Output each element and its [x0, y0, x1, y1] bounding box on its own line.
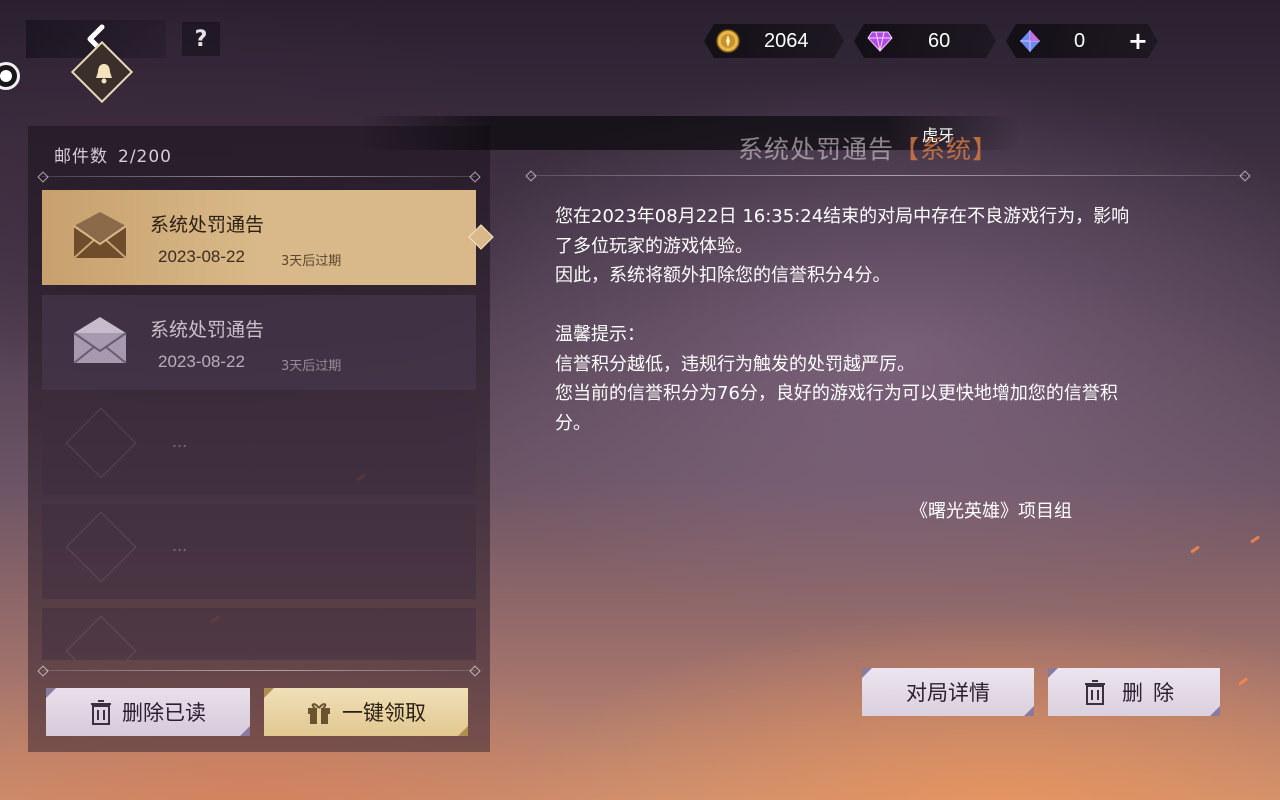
bell-icon: [96, 64, 112, 84]
mail-expire: 3天后过期: [281, 359, 342, 374]
delete-mail-button[interactable]: 删除: [1048, 668, 1220, 716]
empty-slot-dots: ...: [172, 536, 188, 555]
mail-expire: 3天后过期: [281, 254, 342, 269]
mail-count-value: 2/200: [118, 147, 172, 167]
mail-list-panel: 邮件数 2/200 系统处罚通告 2023-08-22 3天后过期 系统处罚通告 …: [28, 126, 490, 752]
help-button[interactable]: ?: [182, 22, 220, 56]
list-bottom-divider: [42, 670, 476, 671]
recharge-plus-button[interactable]: +: [1128, 27, 1148, 55]
envelope-open-icon: [73, 317, 127, 364]
claim-all-button[interactable]: 一键领取: [264, 688, 468, 736]
empty-slot-diamond: [65, 615, 137, 660]
mail-body-line: [555, 291, 1235, 321]
mail-body-line: 了多位玩家的游戏体验。: [555, 235, 753, 257]
empty-slot-diamond: [65, 407, 137, 479]
gift-icon: [308, 703, 330, 724]
mail-heading: 系统处罚通告【系统】: [738, 130, 998, 166]
stream-watermark: 虎牙: [922, 126, 955, 145]
mail-heading-title: 系统处罚通告: [738, 135, 895, 164]
mail-title: 系统处罚通告: [150, 319, 265, 341]
crystal-amount: 0: [1074, 29, 1086, 52]
empty-mail-slot: ...: [42, 400, 476, 495]
trash-icon: [1085, 680, 1105, 705]
mail-item-read[interactable]: 系统处罚通告 2023-08-22 3天后过期: [42, 295, 476, 390]
blue-crystal-icon: [1018, 29, 1042, 53]
delete-read-button[interactable]: 删除已读: [46, 688, 250, 736]
mail-body-line: 您在2023年08月22日 16:35:24结束的对局中存在不良游戏行为，影响: [555, 206, 1130, 227]
claim-all-label: 一键领取: [342, 701, 426, 725]
list-top-divider: [42, 176, 476, 177]
gem-currency: 60: [854, 24, 996, 58]
gold-currency: 2064: [704, 24, 844, 58]
floating-assist-button[interactable]: [0, 62, 20, 90]
mail-body-line: 信誉积分越低，违规行为触发的处罚越严厉。: [555, 353, 915, 375]
mail-signature: 《曙光英雄》项目组: [910, 501, 1072, 522]
mail-count-label: 邮件数: [54, 147, 108, 167]
delete-mail-label: 删除: [1122, 681, 1184, 705]
envelope-closed-icon: [73, 212, 127, 259]
match-details-button[interactable]: 对局详情: [862, 668, 1034, 716]
mail-body-line: 分。: [555, 412, 591, 434]
gold-amount: 2064: [764, 29, 809, 52]
empty-mail-slot: ...: [42, 504, 476, 599]
gold-coin-icon: [716, 29, 740, 53]
mail-body-line: 因此，系统将额外扣除您的信誉积分4分。: [555, 265, 891, 286]
mail-date: 2023-08-22: [158, 247, 245, 266]
mail-count: 邮件数 2/200: [54, 142, 182, 167]
empty-slot-diamond: [65, 511, 137, 583]
purple-diamond-icon: [866, 29, 894, 53]
mail-title: 系统处罚通告: [150, 214, 265, 236]
delete-read-label: 删除已读: [122, 701, 206, 725]
ember-particle: [1190, 545, 1200, 554]
mail-item-selected[interactable]: 系统处罚通告 2023-08-22 3天后过期: [42, 190, 476, 285]
match-details-label: 对局详情: [906, 681, 990, 705]
mail-body-line: 您当前的信誉积分为76分，良好的游戏行为可以更快地增加您的信誉积: [555, 383, 1118, 404]
ember-particle: [1238, 677, 1248, 686]
crystal-currency: 0 +: [1006, 24, 1158, 58]
empty-mail-slot: [42, 608, 476, 660]
mail-date: 2023-08-22: [158, 352, 245, 371]
trash-icon: [91, 700, 111, 725]
ember-particle: [1250, 535, 1260, 544]
mail-body-line: 温馨提示：: [555, 324, 645, 345]
gem-amount: 60: [928, 29, 951, 52]
empty-slot-dots: ...: [172, 432, 188, 451]
mail-body: 您在2023年08月22日 16:35:24结束的对局中存在不良游戏行为，影响 …: [555, 202, 1235, 438]
content-divider: [530, 175, 1246, 176]
